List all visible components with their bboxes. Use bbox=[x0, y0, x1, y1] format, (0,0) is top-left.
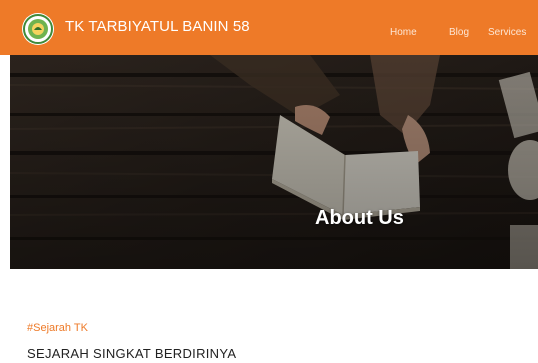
section-tag: #Sejarah TK bbox=[27, 322, 88, 334]
hero-title: About Us bbox=[315, 207, 404, 229]
section-heading: SEJARAH SINGKAT BERDIRINYA bbox=[27, 346, 237, 361]
school-logo-icon[interactable] bbox=[22, 13, 54, 45]
nav-services-link[interactable]: Services bbox=[488, 27, 526, 38]
site-brand[interactable]: TK TARBIYATUL BANIN 58 bbox=[65, 18, 250, 35]
nav-home-link[interactable]: Home bbox=[390, 27, 417, 38]
nav-blog-link[interactable]: Blog bbox=[449, 27, 469, 38]
hero-banner: About Us bbox=[10, 55, 538, 269]
hero-background-image bbox=[10, 55, 538, 269]
top-navbar: TK TARBIYATUL BANIN 58 Home Blog Service… bbox=[0, 0, 538, 55]
